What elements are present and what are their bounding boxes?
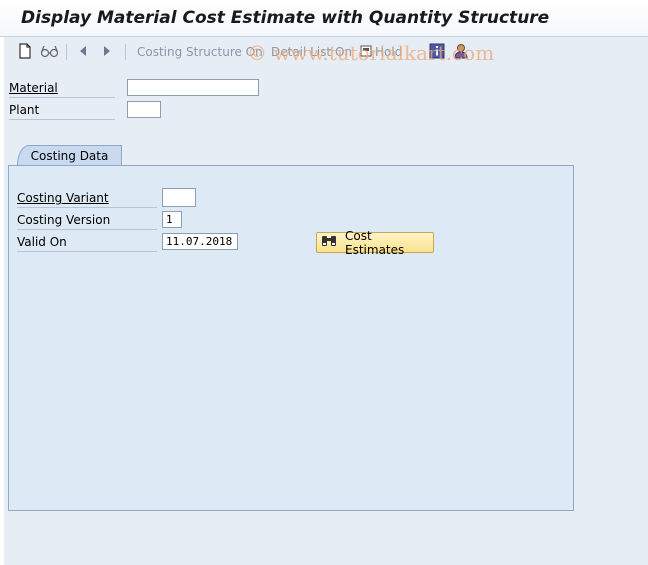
costing-variant-input[interactable] [162, 188, 196, 207]
valid-on-label: Valid On [17, 234, 157, 252]
binoculars-icon [321, 234, 337, 251]
new-document-button[interactable] [18, 42, 32, 62]
forward-arrow-icon [102, 45, 112, 60]
sap-window: Display Material Cost Estimate with Quan… [0, 0, 648, 565]
left-rail [0, 36, 4, 565]
material-label: Material [9, 80, 115, 98]
valid-on-input[interactable]: 11.07.2018 [162, 233, 238, 250]
costing-version-input[interactable]: 1 [162, 211, 182, 228]
toolbar-separator [125, 44, 126, 60]
cost-estimates-button[interactable]: Cost Estimates [316, 229, 434, 257]
watermark: © www.tutorialkart.com [247, 41, 495, 65]
new-document-icon [18, 42, 32, 62]
tab-costing-data[interactable]: Costing Data [17, 145, 122, 165]
costing-version-label: Costing Version [17, 212, 157, 230]
toolbar-separator [66, 44, 67, 60]
back-arrow-icon [78, 45, 88, 60]
material-input[interactable] [127, 79, 259, 96]
plant-label: Plant [9, 102, 115, 120]
cost-estimates-label: Cost Estimates [345, 228, 405, 257]
plant-input[interactable] [127, 101, 161, 118]
next-button[interactable] [102, 43, 112, 61]
title-bar: Display Material Cost Estimate with Quan… [0, 0, 648, 37]
display-other-button[interactable] [40, 43, 60, 61]
costing-structure-on-button[interactable]: Costing Structure On [137, 43, 263, 61]
previous-button[interactable] [78, 43, 88, 61]
costing-variant-label: Costing Variant [17, 190, 157, 208]
glasses-icon [40, 43, 60, 62]
page-title: Display Material Cost Estimate with Quan… [21, 8, 550, 28]
costing-structure-on-label: Costing Structure On [137, 45, 263, 59]
